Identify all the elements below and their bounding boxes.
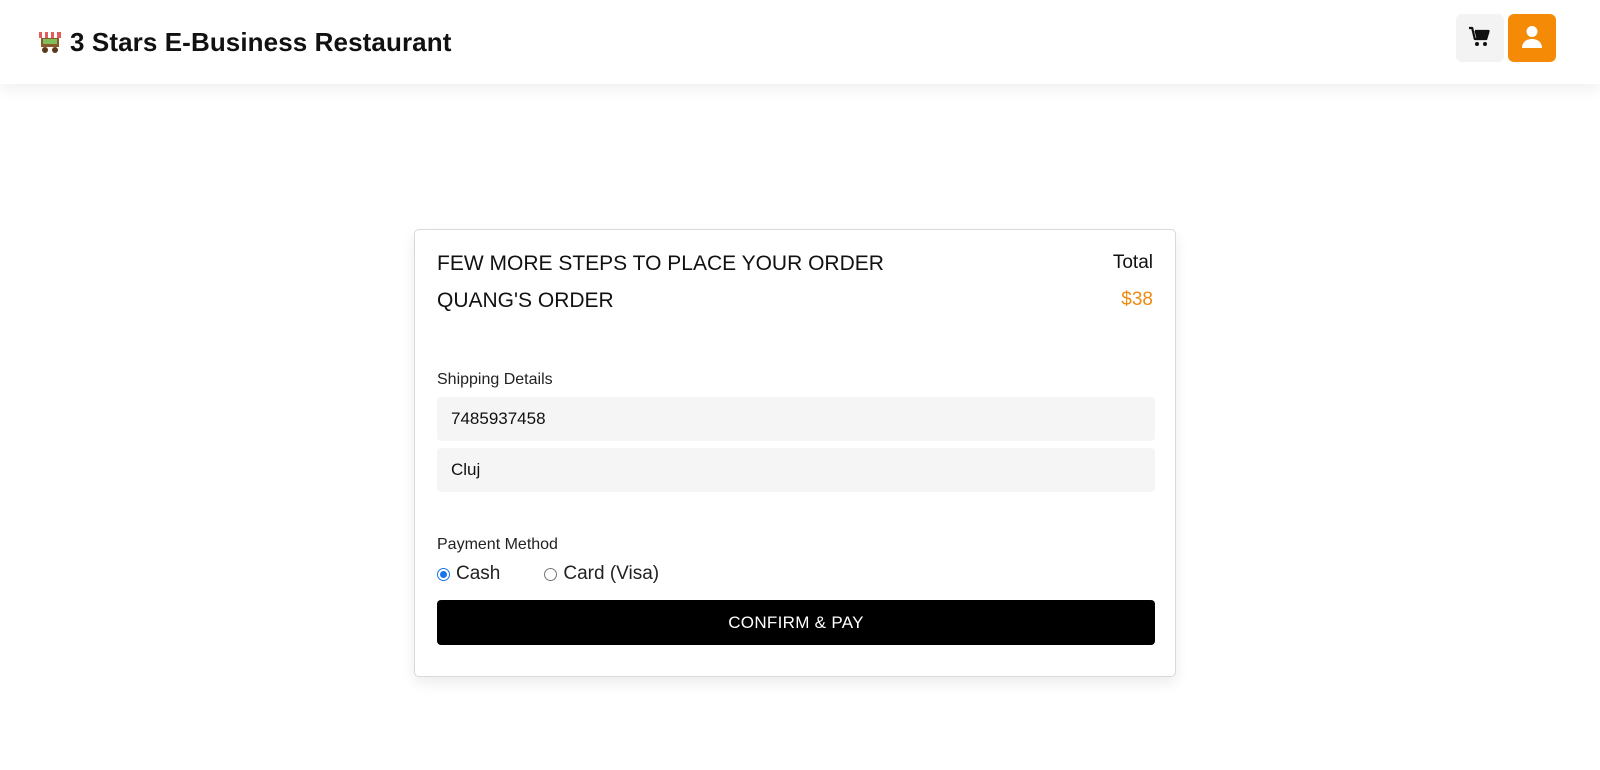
order-subheading: QUANG'S ORDER	[437, 289, 614, 312]
user-button[interactable]	[1508, 14, 1556, 62]
brand[interactable]: 3 Stars E-Business Restaurant	[36, 27, 452, 58]
header-actions	[1456, 14, 1556, 62]
food-cart-icon	[36, 28, 64, 56]
checkout-card: FEW MORE STEPS TO PLACE YOUR ORDER QUANG…	[414, 229, 1176, 677]
payment-method-label: Payment Method	[437, 536, 558, 553]
confirm-pay-button[interactable]: CONFIRM & PAY	[437, 600, 1155, 645]
cart-icon	[1468, 26, 1492, 51]
payment-options: Cash Card (Visa)	[437, 561, 659, 587]
radio-button[interactable]	[544, 567, 558, 581]
payment-option-label: Cash	[456, 563, 501, 584]
cart-button[interactable]	[1456, 14, 1504, 62]
payment-option-label: Card (Visa)	[563, 563, 660, 584]
payment-option-cash[interactable]: Cash	[437, 563, 500, 585]
top-navbar: 3 Stars E-Business Restaurant	[0, 0, 1600, 84]
city-input[interactable]	[437, 448, 1155, 492]
brand-title: 3 Stars E-Business Restaurant	[70, 26, 452, 57]
payment-option-card[interactable]: Card (Visa)	[544, 563, 659, 585]
total-label: Total	[1112, 252, 1153, 273]
total-value: $38	[1121, 289, 1153, 310]
phone-input[interactable]	[437, 397, 1155, 441]
user-icon	[1521, 25, 1543, 52]
order-heading: FEW MORE STEPS TO PLACE YOUR ORDER	[437, 252, 884, 275]
shipping-details-label: Shipping Details	[437, 371, 553, 388]
radio-button-checked[interactable]	[437, 567, 450, 581]
